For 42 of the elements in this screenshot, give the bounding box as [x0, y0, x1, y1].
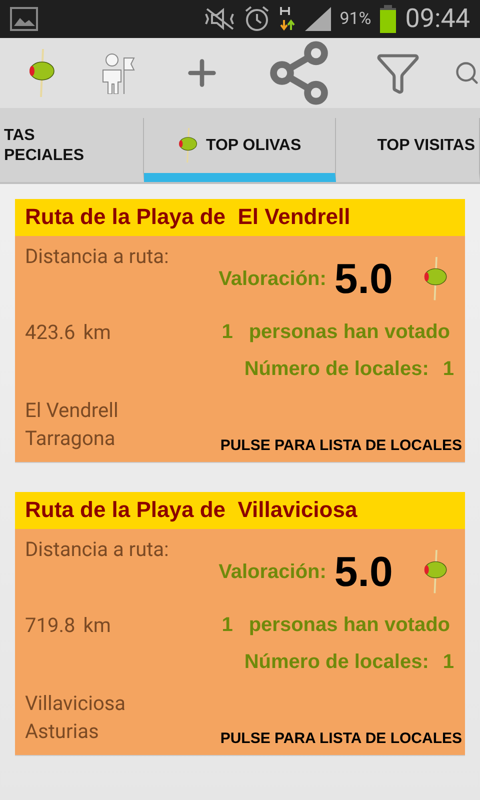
locales-list-link[interactable]: PULSE PARA LISTA DE LOCALES [220, 437, 462, 454]
olive-icon [178, 128, 198, 163]
data-arrows-icon [278, 6, 296, 32]
votes-label: personas han votado [248, 320, 450, 344]
vote-count: 1 [222, 614, 233, 636]
rating-value: 5.0 [334, 255, 393, 303]
distance-value: 719.8 [25, 613, 76, 637]
distance-unit: km [83, 320, 111, 344]
votes-label: personas han votado [248, 614, 450, 636]
olive-icon [422, 257, 448, 301]
clock: 09:44 [405, 4, 470, 34]
battery-percent: 91% [340, 9, 372, 29]
city: El Vendrell [25, 398, 120, 422]
signal-icon [304, 6, 332, 32]
tab[interactable]: TOP OLIVAS [144, 118, 336, 182]
distance-value: 423.6 [25, 320, 76, 344]
locales-list-link[interactable]: PULSE PARA LISTA DE LOCALES [220, 730, 462, 747]
distance-label: Distancia a ruta: [25, 537, 170, 561]
tab[interactable]: TAS PECIALES [0, 118, 144, 182]
distance-unit: km [83, 613, 111, 637]
province: Tarragona [25, 426, 116, 450]
province: Asturias [25, 719, 100, 743]
locales-label: Número de locales: [244, 358, 429, 380]
tab[interactable]: TOP VISITAS [336, 118, 480, 182]
vote-count: 1 [222, 320, 233, 344]
distance-label: Distancia a ruta: [25, 244, 170, 268]
gallery-icon [10, 7, 38, 31]
rating-label: Valoración: [218, 560, 326, 584]
locales-count: 1 [442, 358, 454, 380]
person-flag-icon [100, 52, 136, 94]
locales-label: Número de locales: [244, 650, 429, 674]
city: Villaviciosa [25, 691, 127, 715]
route-title: Ruta de la Playa de Villaviciosa [15, 492, 465, 529]
locales-count: 1 [442, 650, 454, 674]
rating-label: Valoración: [218, 268, 326, 290]
rating-value: 5.0 [334, 548, 393, 596]
route-title: Ruta de la Playa de El Vendrell [15, 199, 465, 236]
mute-icon [204, 8, 236, 30]
battery-icon [379, 5, 398, 33]
alarm-icon [244, 6, 270, 32]
olive-icon [422, 550, 448, 594]
olive-icon [28, 49, 56, 97]
